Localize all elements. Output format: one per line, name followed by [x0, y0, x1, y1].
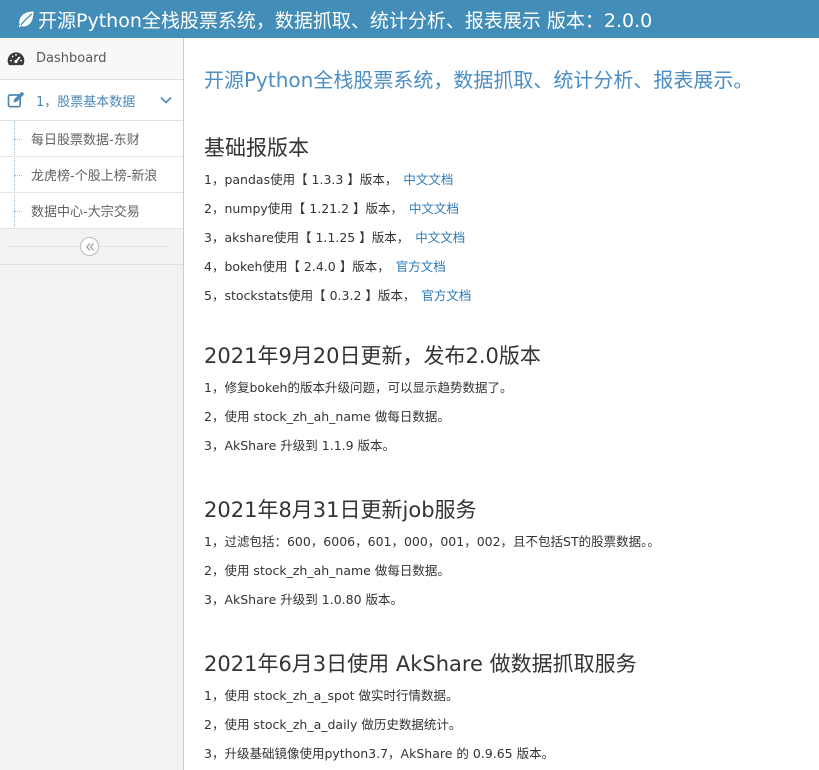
list-item: 2，numpy使用【 1.21.2 】版本， 中文文档	[204, 194, 804, 223]
main-content: 开源Python全栈股票系统，数据抓取、统计分析、报表展示。 基础报版本 1，p…	[204, 38, 804, 768]
sidebar-item-label: 龙虎榜-个股上榜-新浪	[31, 169, 158, 184]
sidebar-item-block-trade[interactable]: 数据中心-大宗交易	[0, 193, 183, 229]
top-header: 开源Python全栈股票系统，数据抓取、统计分析、报表展示 版本：2.0.0	[0, 0, 819, 38]
item-text: 3，akshare使用【 1.1.25 】版本，	[204, 230, 410, 245]
list-item: 1，使用 stock_zh_a_spot 做实时行情数据。	[204, 688, 459, 703]
double-chevron-left-icon	[85, 242, 94, 251]
list-item: 5，stockstats使用【 0.3.2 】版本， 官方文档	[204, 281, 804, 310]
doc-link[interactable]: 官方文档	[396, 259, 446, 274]
section-title: 2021年9月20日更新，发布2.0版本	[204, 344, 541, 368]
tree-line	[14, 175, 22, 176]
item-text: 2，numpy使用【 1.21.2 】版本，	[204, 201, 404, 216]
section-title: 2021年6月3日使用 AkShare 做数据抓取服务	[204, 652, 637, 676]
leaf-logo-icon	[18, 11, 34, 28]
sidebar-item-label: 数据中心-大宗交易	[31, 205, 140, 220]
section-update-2021-09-20: 2021年9月20日更新，发布2.0版本 1，修复bokeh的版本升级问题，可以…	[204, 343, 804, 460]
tachometer-icon	[7, 51, 25, 65]
list-item: 1，修复bokeh的版本升级问题，可以显示趋势数据了。	[204, 380, 513, 395]
item-text: 5，stockstats使用【 0.3.2 】版本，	[204, 288, 416, 303]
section-title: 2021年8月31日更新job服务	[204, 498, 477, 522]
list-item: 2，使用 stock_zh_a_daily 做历史数据统计。	[204, 717, 462, 732]
sidebar-collapse-row	[0, 229, 183, 265]
pencil-square-icon	[7, 91, 25, 108]
sidebar-collapse-button[interactable]	[80, 237, 99, 256]
doc-link[interactable]: 中文文档	[415, 230, 465, 245]
list-item: 1，过滤包括：600，6006，601，000，001，002，且不包括ST的股…	[204, 534, 660, 549]
item-text: 4，bokeh使用【 2.4.0 】版本，	[204, 259, 390, 274]
item-text: 1，pandas使用【 1.3.3 】版本，	[204, 172, 398, 187]
tree-line	[14, 139, 22, 140]
doc-link[interactable]: 中文文档	[403, 172, 453, 187]
list-item: 1，pandas使用【 1.3.3 】版本， 中文文档	[204, 165, 804, 194]
doc-link[interactable]: 中文文档	[409, 201, 459, 216]
section-base-versions: 基础报版本 1，pandas使用【 1.3.3 】版本， 中文文档 2，numpy…	[204, 135, 804, 310]
section-update-2021-06-03: 2021年6月3日使用 AkShare 做数据抓取服务 1，使用 stock_z…	[204, 651, 804, 768]
sidebar-item-dashboard[interactable]: Dashboard	[0, 38, 183, 80]
sidebar-item-dragon-tiger[interactable]: 龙虎榜-个股上榜-新浪	[0, 157, 183, 193]
sidebar-item-label: 每日股票数据-东财	[31, 133, 140, 148]
chevron-down-icon	[160, 96, 172, 104]
list-item: 4，bokeh使用【 2.4.0 】版本， 官方文档	[204, 252, 804, 281]
list-item: 3，升级基础镜像使用python3.7，AkShare 的 0.9.65 版本。	[204, 746, 555, 761]
section-update-2021-08-31: 2021年8月31日更新job服务 1，过滤包括：600，6006，601，00…	[204, 497, 804, 614]
list-item: 2，使用 stock_zh_ah_name 做每日数据。	[204, 563, 450, 578]
sidebar-item-label: Dashboard	[36, 51, 107, 66]
list-item: 2，使用 stock_zh_ah_name 做每日数据。	[204, 409, 450, 424]
sidebar-submenu: 每日股票数据-东财 龙虎榜-个股上榜-新浪 数据中心-大宗交易	[0, 121, 183, 229]
sidebar-group-label: 1，股票基本数据	[36, 94, 136, 110]
sidebar-item-daily-stock[interactable]: 每日股票数据-东财	[0, 121, 183, 157]
list-item: 3，AkShare 升级到 1.0.80 版本。	[204, 592, 403, 607]
doc-link[interactable]: 官方文档	[421, 288, 471, 303]
list-item: 3，AkShare 升级到 1.1.9 版本。	[204, 438, 396, 453]
sidebar: Dashboard 1，股票基本数据 每日股票数据-东财 龙虎榜-个股上榜-新浪…	[0, 38, 184, 770]
list-item: 3，akshare使用【 1.1.25 】版本， 中文文档	[204, 223, 804, 252]
app-title: 开源Python全栈股票系统，数据抓取、统计分析、报表展示 版本：2.0.0	[38, 9, 653, 32]
page-title: 开源Python全栈股票系统，数据抓取、统计分析、报表展示。	[204, 68, 754, 92]
sidebar-group-stock-basic[interactable]: 1，股票基本数据	[0, 80, 183, 121]
tree-line	[14, 211, 22, 212]
section-title: 基础报版本	[204, 136, 309, 160]
